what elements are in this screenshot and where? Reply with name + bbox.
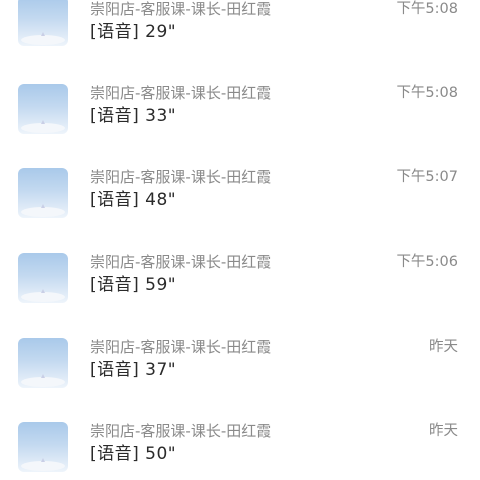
chat-list-item[interactable]: 崇阳店-客服课-课长-田红霞 下午5:08 [语音] 29" (0, 0, 480, 80)
chat-list: 崇阳店-客服课-课长-田红霞 下午5:08 [语音] 29" 崇阳店-客服课-课… (0, 0, 480, 480)
contact-name: 崇阳店-客服课-课长-田红霞 (90, 422, 272, 440)
message-preview: [语音] 37" (90, 360, 177, 380)
contact-name: 崇阳店-客服课-课长-田红霞 (90, 84, 272, 102)
sky-avatar-icon[interactable] (18, 84, 68, 134)
sky-avatar-icon[interactable] (18, 168, 68, 218)
message-time: 昨天 (429, 339, 458, 355)
message-time: 下午5:08 (396, 85, 458, 101)
contact-name: 崇阳店-客服课-课长-田红霞 (90, 168, 272, 186)
message-time: 下午5:08 (396, 1, 458, 17)
message-time: 下午5:07 (396, 169, 458, 185)
contact-name: 崇阳店-客服课-课长-田红霞 (90, 0, 272, 18)
message-preview: [语音] 50" (90, 444, 177, 464)
chat-list-item[interactable]: 崇阳店-客服课-课长-田红霞 下午5:08 [语音] 33" (0, 80, 480, 164)
contact-name: 崇阳店-客服课-课长-田红霞 (90, 253, 272, 271)
chat-list-item[interactable]: 崇阳店-客服课-课长-田红霞 下午5:07 [语音] 48" (0, 164, 480, 248)
chat-list-item[interactable]: 崇阳店-客服课-课长-田红霞 下午5:06 [语音] 59" (0, 249, 480, 333)
sky-avatar-icon[interactable] (18, 422, 68, 472)
message-preview: [语音] 29" (90, 22, 177, 42)
sky-avatar-icon[interactable] (18, 0, 68, 46)
sky-avatar-icon[interactable] (18, 253, 68, 303)
chat-list-item[interactable]: 崇阳店-客服课-课长-田红霞 昨天 [语音] 37" (0, 334, 480, 418)
contact-name: 崇阳店-客服课-课长-田红霞 (90, 338, 272, 356)
message-time: 昨天 (429, 423, 458, 439)
sky-avatar-icon[interactable] (18, 338, 68, 388)
message-preview: [语音] 33" (90, 106, 177, 126)
message-time: 下午5:06 (396, 254, 458, 270)
message-preview: [语音] 59" (90, 275, 177, 295)
message-preview: [语音] 48" (90, 190, 177, 210)
chat-list-item[interactable]: 崇阳店-客服课-课长-田红霞 昨天 [语音] 50" (0, 418, 480, 480)
